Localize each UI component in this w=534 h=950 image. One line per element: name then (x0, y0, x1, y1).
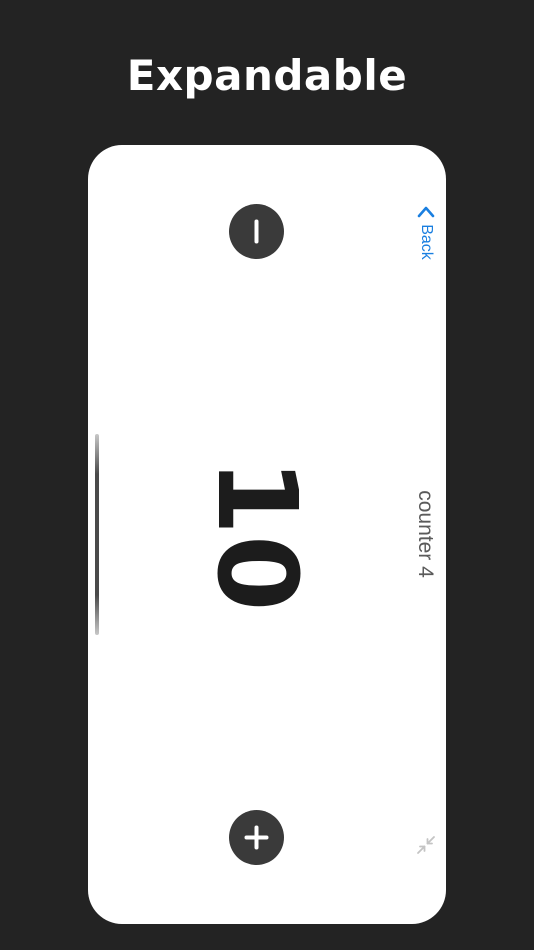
plus-icon (244, 825, 269, 850)
back-button[interactable]: Back (413, 203, 439, 263)
page-headline: Expandable (126, 51, 408, 100)
collapse-button[interactable] (416, 835, 436, 855)
collapse-arrows-icon (417, 836, 435, 854)
minus-icon (254, 219, 259, 244)
scroll-indicator[interactable] (95, 434, 99, 635)
decrement-button[interactable] (229, 204, 284, 259)
chevron-left-icon (417, 206, 435, 218)
count-value: 10 (193, 458, 321, 612)
increment-button[interactable] (229, 810, 284, 865)
counter-name: counter 4 (414, 490, 437, 578)
phone-screen: 10 counter 4 Back (88, 145, 446, 924)
back-label: Back (418, 224, 435, 260)
